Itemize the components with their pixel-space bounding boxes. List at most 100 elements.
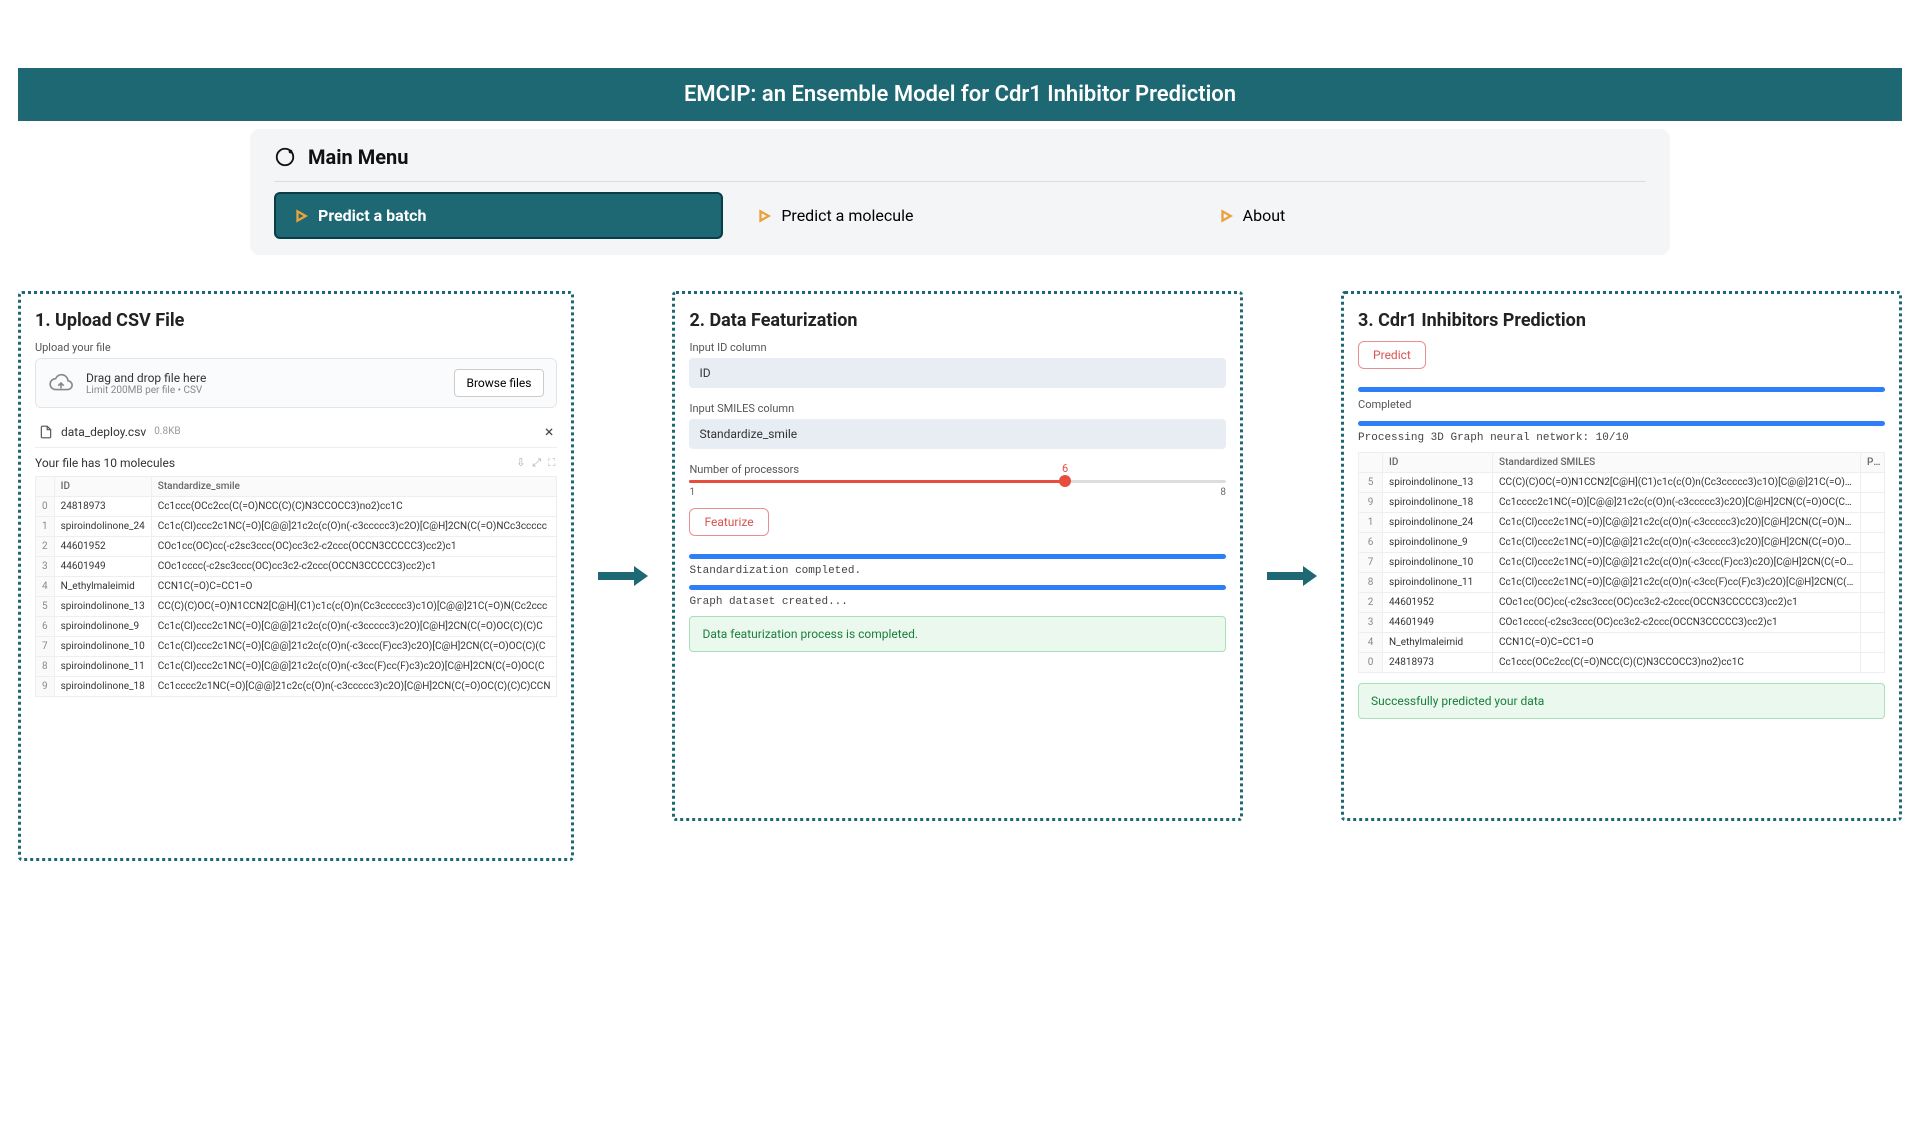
cell: spiroindolinone_13 bbox=[1383, 473, 1493, 493]
cell bbox=[1861, 513, 1885, 533]
table-row[interactable]: 1spiroindolinone_24Cc1c(Cl)ccc2c1NC(=O)[… bbox=[1359, 513, 1885, 533]
cell: Cc1c(Cl)ccc2c1NC(=O)[C@@]21c2c(c(O)n(-c3… bbox=[1493, 573, 1861, 593]
cell: 6 bbox=[36, 617, 55, 637]
cell: COc1cc(OC)cc(-c2sc3ccc(OC)cc3c2-c2ccc(OC… bbox=[1493, 593, 1861, 613]
panel-title: 2. Data Featurization bbox=[689, 310, 1226, 331]
dropzone-subtitle: Limit 200MB per file • CSV bbox=[86, 385, 442, 396]
progress-bar bbox=[1358, 421, 1885, 426]
cloud-upload-icon bbox=[48, 370, 74, 396]
smiles-column-input[interactable] bbox=[689, 419, 1226, 449]
status-graph: Graph dataset created... bbox=[689, 596, 1226, 608]
file-size: 0.8KB bbox=[154, 426, 180, 437]
tab-predict-molecule[interactable]: Predict a molecule bbox=[739, 192, 1184, 239]
cell: spiroindolinone_10 bbox=[54, 637, 151, 657]
table-row[interactable]: 7spiroindolinone_10Cc1c(Cl)ccc2c1NC(=O)[… bbox=[1359, 553, 1885, 573]
cell: 7 bbox=[1359, 553, 1383, 573]
featurize-button[interactable]: Featurize bbox=[689, 508, 768, 536]
molecule-count: Your file has 10 molecules bbox=[35, 456, 175, 470]
table-row[interactable]: 344601949COc1cccc(-c2sc3ccc(OC)cc3c2-c2c… bbox=[36, 557, 557, 577]
table-row[interactable]: 4N_ethylmaleimidCCN1C(=O)C=CC1=O bbox=[1359, 633, 1885, 653]
cell: Cc1c(Cl)ccc2c1NC(=O)[C@@]21c2c(c(O)n(-c3… bbox=[151, 657, 557, 677]
tab-about[interactable]: About bbox=[1201, 192, 1646, 239]
tab-label: Predict a molecule bbox=[781, 206, 913, 225]
slider-value: 6 bbox=[1062, 462, 1068, 475]
progress-bar bbox=[689, 554, 1226, 559]
arrow-2 bbox=[1267, 291, 1317, 861]
table-row[interactable]: 7spiroindolinone_10Cc1c(Cl)ccc2c1NC(=O)[… bbox=[36, 637, 557, 657]
success-message: Successfully predicted your data bbox=[1358, 683, 1885, 719]
dropzone-title: Drag and drop file here bbox=[86, 371, 442, 385]
cell: spiroindolinone_9 bbox=[54, 617, 151, 637]
cell bbox=[1861, 653, 1885, 673]
uploaded-file-row: data_deploy.csv 0.8KB × bbox=[35, 416, 557, 448]
running-icon bbox=[274, 146, 296, 168]
table-row[interactable]: 8spiroindolinone_11Cc1c(Cl)ccc2c1NC(=O)[… bbox=[36, 657, 557, 677]
processing-message: Processing 3D Graph neural network: 10/1… bbox=[1358, 432, 1885, 444]
table-row[interactable]: 9spiroindolinone_18Cc1cccc2c1NC(=O)[C@@]… bbox=[36, 677, 557, 697]
table-row[interactable]: 4N_ethylmaleimidCCN1C(=O)C=CC1=O bbox=[36, 577, 557, 597]
processors-slider[interactable]: 6 1 8 bbox=[689, 480, 1226, 498]
panel-upload: 1. Upload CSV File Upload your file Drag… bbox=[18, 291, 574, 861]
panel-title: 1. Upload CSV File bbox=[35, 310, 557, 331]
table-row[interactable]: 344601949COc1cccc(-c2sc3ccc(OC)cc3c2-c2c… bbox=[1359, 613, 1885, 633]
cell bbox=[1861, 573, 1885, 593]
cell: COc1cc(OC)cc(-c2sc3ccc(OC)cc3c2-c2ccc(OC… bbox=[151, 537, 557, 557]
cell: 44601949 bbox=[1383, 613, 1493, 633]
app-header: EMCIP: an Ensemble Model for Cdr1 Inhibi… bbox=[18, 68, 1902, 121]
remove-file-button[interactable]: × bbox=[545, 422, 554, 441]
table-row[interactable]: 244601952COc1cc(OC)cc(-c2sc3ccc(OC)cc3c2… bbox=[1359, 593, 1885, 613]
slider-max: 8 bbox=[1220, 487, 1226, 498]
cell: 4 bbox=[1359, 633, 1383, 653]
cell: 0 bbox=[1359, 653, 1383, 673]
cell: Cc1ccc(OCc2cc(C(=O)NCC(C)(C)N3CCOCC3)no2… bbox=[151, 497, 557, 517]
table-row[interactable]: 5spiroindolinone_13CC(C)(C)OC(=O)N1CCN2[… bbox=[1359, 473, 1885, 493]
panel-featurize: 2. Data Featurization Input ID column In… bbox=[672, 291, 1243, 821]
table-row[interactable]: 1spiroindolinone_24Cc1c(Cl)ccc2c1NC(=O)[… bbox=[36, 517, 557, 537]
progress-bar bbox=[1358, 387, 1885, 392]
id-column-label: Input ID column bbox=[689, 341, 1226, 354]
cell: spiroindolinone_18 bbox=[1383, 493, 1493, 513]
tab-label: Predict a batch bbox=[318, 206, 426, 225]
table-row[interactable]: 024818973Cc1ccc(OCc2cc(C(=O)NCC(C)(C)N3C… bbox=[1359, 653, 1885, 673]
cell: 3 bbox=[1359, 613, 1383, 633]
slider-track bbox=[689, 480, 1226, 483]
tab-predict-batch[interactable]: Predict a batch bbox=[274, 192, 723, 239]
success-message: Data featurization process is completed. bbox=[689, 616, 1226, 652]
browse-files-button[interactable]: Browse files bbox=[454, 369, 545, 397]
table-row[interactable]: 9spiroindolinone_18Cc1cccc2c1NC(=O)[C@@]… bbox=[1359, 493, 1885, 513]
status-completed: Completed bbox=[1358, 398, 1885, 411]
cell: 7 bbox=[36, 637, 55, 657]
main-menu-panel: Main Menu Predict a batch Predict a mole… bbox=[250, 129, 1670, 255]
menu-tabs: Predict a batch Predict a molecule About bbox=[274, 192, 1646, 239]
table-header: IDStandardized SMILESPre bbox=[1359, 453, 1885, 473]
table-row[interactable]: 6spiroindolinone_9Cc1c(Cl)ccc2c1NC(=O)[C… bbox=[1359, 533, 1885, 553]
cell: CC(C)(C)OC(=O)N1CCN2[C@H](C1)c1c(c(O)n(C… bbox=[1493, 473, 1861, 493]
cell: 6 bbox=[1359, 533, 1383, 553]
file-dropzone[interactable]: Drag and drop file here Limit 200MB per … bbox=[35, 358, 557, 408]
cell: CCN1C(=O)C=CC1=O bbox=[1493, 633, 1861, 653]
table-row[interactable]: 5spiroindolinone_13CC(C)(C)OC(=O)N1CCN2[… bbox=[36, 597, 557, 617]
cell: Cc1cccc2c1NC(=O)[C@@]21c2c(c(O)n(-c3cccc… bbox=[151, 677, 557, 697]
cell: Cc1c(Cl)ccc2c1NC(=O)[C@@]21c2c(c(O)n(-c3… bbox=[1493, 553, 1861, 573]
cell: Cc1c(Cl)ccc2c1NC(=O)[C@@]21c2c(c(O)n(-c3… bbox=[1493, 533, 1861, 553]
cell bbox=[1861, 533, 1885, 553]
cell: spiroindolinone_24 bbox=[1383, 513, 1493, 533]
slider-min: 1 bbox=[689, 487, 695, 498]
cell bbox=[1861, 593, 1885, 613]
table-row[interactable]: 244601952COc1cc(OC)cc(-c2sc3ccc(OC)cc3c2… bbox=[36, 537, 557, 557]
table-toolbar-icons[interactable]: ⇩ ⤢ ⛶ bbox=[516, 456, 557, 470]
table-row[interactable]: 6spiroindolinone_9Cc1c(Cl)ccc2c1NC(=O)[C… bbox=[36, 617, 557, 637]
slider-thumb[interactable] bbox=[1059, 475, 1071, 487]
cell: 1 bbox=[1359, 513, 1383, 533]
id-column-input[interactable] bbox=[689, 358, 1226, 388]
cell: spiroindolinone_9 bbox=[1383, 533, 1493, 553]
cell: 44601952 bbox=[54, 537, 151, 557]
predict-button[interactable]: Predict bbox=[1358, 341, 1426, 369]
result-table: IDStandardized SMILESPre 5spiroindolinon… bbox=[1358, 452, 1885, 673]
column-header: Standardized SMILES bbox=[1493, 453, 1861, 473]
file-name: data_deploy.csv bbox=[61, 425, 146, 439]
table-row[interactable]: 024818973Cc1ccc(OCc2cc(C(=O)NCC(C)(C)N3C… bbox=[36, 497, 557, 517]
table-row[interactable]: 8spiroindolinone_11Cc1c(Cl)ccc2c1NC(=O)[… bbox=[1359, 573, 1885, 593]
cell: 5 bbox=[36, 597, 55, 617]
column-header: Standardize_smile bbox=[151, 477, 557, 497]
